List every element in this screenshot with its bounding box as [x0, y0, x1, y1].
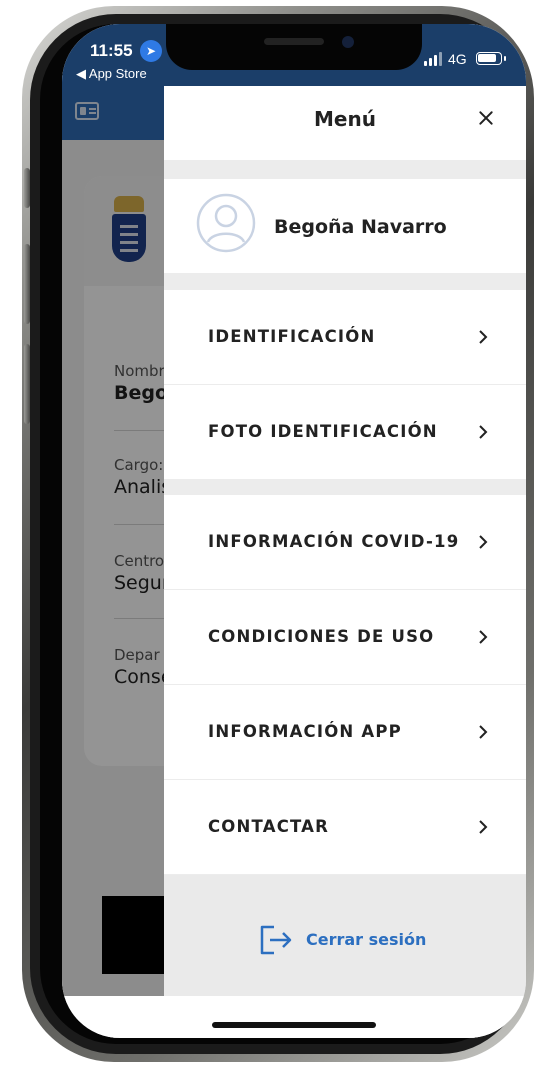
menu-item-informacion-app[interactable]: INFORMACIÓN APP — [164, 685, 526, 779]
close-icon[interactable] — [476, 108, 496, 128]
menu-item-label: INFORMACIÓN APP — [208, 722, 402, 741]
phone-screen: Nombr Bego Cargo: Analis Centro Segur De… — [62, 24, 526, 1038]
mute-switch — [24, 168, 30, 208]
menu-item-label: CONTACTAR — [208, 817, 330, 836]
chevron-right-icon — [479, 425, 488, 439]
chevron-right-icon — [479, 330, 488, 344]
volume-down-button — [24, 344, 30, 424]
menu-item-informacion-covid[interactable]: INFORMACIÓN COVID-19 — [164, 495, 526, 589]
menu-item-identificacion[interactable]: IDENTIFICACIÓN — [164, 290, 526, 384]
chevron-right-icon — [479, 725, 488, 739]
user-profile: Begoña Navarro — [164, 179, 526, 273]
logout-label: Cerrar sesión — [306, 930, 427, 949]
back-to-app-store-link[interactable]: ◀ App Store — [76, 66, 147, 82]
chevron-right-icon — [479, 630, 488, 644]
signal-bar-icon — [434, 55, 437, 66]
menu-item-label: CONDICIONES DE USO — [208, 627, 435, 646]
volume-up-button — [24, 244, 30, 324]
menu-item-foto-identificacion[interactable]: FOTO IDENTIFICACIÓN — [164, 385, 526, 479]
menu-item-label: INFORMACIÓN COVID-19 — [208, 532, 460, 551]
home-bar-area — [62, 996, 526, 1038]
chevron-right-icon — [479, 535, 488, 549]
drawer-header: Menú — [164, 86, 526, 160]
network-type: 4G — [448, 51, 467, 67]
menu-item-contactar[interactable]: CONTACTAR — [164, 780, 526, 874]
signal-bar-icon — [424, 61, 427, 66]
signal-bar-icon — [439, 52, 442, 66]
menu-item-label: FOTO IDENTIFICACIÓN — [208, 422, 438, 441]
speaker-grille — [264, 38, 324, 45]
chevron-right-icon — [479, 820, 488, 834]
home-indicator[interactable] — [212, 1022, 376, 1028]
logout-button[interactable]: Cerrar sesión — [256, 917, 426, 963]
notch — [166, 24, 422, 70]
logout-icon — [260, 925, 292, 955]
avatar-icon — [196, 193, 256, 253]
menu-item-label: IDENTIFICACIÓN — [208, 327, 376, 346]
status-time: 11:55 — [90, 41, 133, 60]
location-arrow-icon: ➤ — [140, 40, 162, 62]
user-name: Begoña Navarro — [274, 216, 447, 238]
battery-icon — [476, 52, 506, 65]
drawer-title: Menú — [314, 107, 376, 131]
signal-bar-icon — [429, 58, 432, 66]
side-menu-drawer: Menú Begoña Navarro IDENTIFICACIÓN FOTO … — [164, 86, 526, 1038]
front-camera — [342, 36, 354, 48]
menu-item-condiciones-de-uso[interactable]: CONDICIONES DE USO — [164, 590, 526, 684]
